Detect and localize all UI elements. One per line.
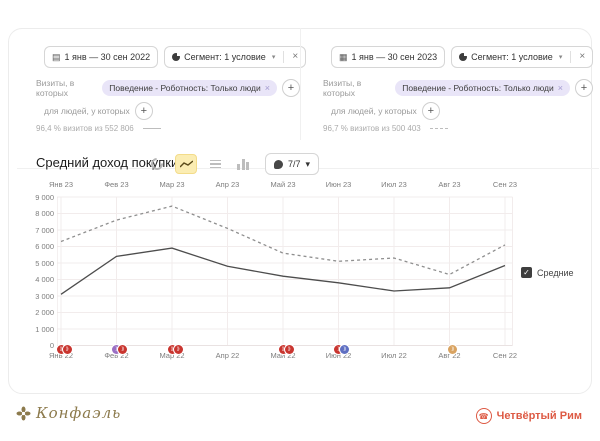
y-axis-tick: 1 000	[20, 325, 54, 334]
chevron-down-icon[interactable]: ▾	[272, 53, 276, 61]
annotation-marker-group: ))	[448, 345, 457, 354]
annotation-marker-group: ))))	[334, 345, 349, 354]
x-axis-top-tick: Июл 23	[372, 180, 416, 189]
add-visit-condition-button[interactable]: +	[575, 79, 593, 97]
legend-checkbox[interactable]: ✓	[521, 267, 532, 278]
annotation-marker[interactable]: ))	[174, 345, 183, 354]
x-axis-bottom-tick: Июл 22	[372, 351, 416, 360]
chart-toolbar: 7/7 ▾	[147, 153, 319, 175]
remove-condition-icon[interactable]: ×	[265, 84, 270, 93]
y-axis-tick: 8 000	[20, 209, 54, 218]
x-axis-top-tick: Фев 23	[95, 180, 139, 189]
annotation-marker[interactable]: ))	[340, 345, 349, 354]
x-axis-top-tick: Авг 23	[428, 180, 472, 189]
date-range-icon: ▤	[52, 53, 61, 62]
visits-condition-label: Визиты, в которых	[36, 78, 97, 98]
flower-emblem-icon	[16, 406, 31, 421]
y-axis-tick: 5 000	[20, 259, 54, 268]
stacked-lines-icon	[210, 160, 221, 169]
brand-logo-chetvertyi-rim: ☎ Четвёртый Рим	[476, 408, 582, 424]
bar-chart-icon	[237, 159, 249, 170]
x-axis-bottom-tick: Апр 22	[206, 351, 250, 360]
filter-panel-2023: ▦ 1 янв — 30 сен 2023 Сегмент: 1 условие…	[300, 28, 593, 140]
date-range-icon: ▦	[339, 53, 348, 62]
close-icon[interactable]: ×	[292, 52, 298, 62]
y-axis-tick: 2 000	[20, 308, 54, 317]
divider	[570, 51, 571, 63]
brand-logo-konfael: Конфаэль	[16, 404, 121, 422]
filter-panel-2022: ▤ 1 янв — 30 сен 2022 Сегмент: 1 условие…	[8, 28, 300, 140]
donut-icon	[149, 156, 166, 173]
segment-chip-2023[interactable]: Сегмент: 1 условие ▾ ×	[451, 46, 593, 68]
x-axis-top-tick: Сен 23	[483, 180, 527, 189]
x-axis-top-tick: Апр 23	[206, 180, 250, 189]
annotation-marker[interactable]: ))	[285, 345, 294, 354]
chevron-down-icon[interactable]: ▾	[559, 53, 563, 61]
annotation-marker-group: ))))	[57, 345, 72, 354]
y-axis-tick: 0	[20, 341, 54, 350]
visits-condition-label: Визиты, в которых	[323, 78, 390, 98]
series-style-sample-solid	[143, 128, 161, 129]
y-axis-tick: 3 000	[20, 292, 54, 301]
condition-pill-2022[interactable]: Поведение - Роботность: Только люди ×	[102, 80, 277, 96]
y-axis-tick: 4 000	[20, 275, 54, 284]
date-range-chip-2023[interactable]: ▦ 1 янв — 30 сен 2023	[331, 46, 445, 68]
segment-icon	[459, 53, 467, 61]
visits-stats-text: 96,7 % визитов из 500 403	[323, 124, 421, 133]
phone-icon: ☎	[476, 408, 492, 424]
x-axis-top-tick: Июн 23	[317, 180, 361, 189]
line-chart[interactable]	[57, 190, 513, 352]
x-axis-bottom-tick: Сен 22	[483, 351, 527, 360]
y-axis-tick: 7 000	[20, 226, 54, 235]
add-people-condition-button[interactable]: +	[135, 102, 153, 120]
date-range-label: 1 янв — 30 сен 2022	[65, 52, 151, 62]
filters-section: ▤ 1 янв — 30 сен 2022 Сегмент: 1 условие…	[8, 28, 592, 141]
legend-label: Средние	[537, 268, 574, 278]
segment-chip-2022[interactable]: Сегмент: 1 условие ▾ ×	[164, 46, 306, 68]
condition-pill-2023[interactable]: Поведение - Роботность: Только люди ×	[395, 80, 570, 96]
people-condition-label: для людей, у которых	[44, 106, 130, 116]
brand-right-name: Четвёртый Рим	[497, 410, 582, 422]
divider	[283, 51, 284, 63]
annotation-marker[interactable]: ))	[118, 345, 127, 354]
area-view-button[interactable]	[205, 155, 225, 173]
x-axis-top-tick: Мар 23	[150, 180, 194, 189]
annotation-marker-group: ))))	[279, 345, 294, 354]
condition-pill-label: Поведение - Роботность: Только люди	[109, 83, 260, 93]
comment-icon	[274, 160, 283, 169]
y-axis-tick: 6 000	[20, 242, 54, 251]
close-icon[interactable]: ×	[579, 52, 585, 62]
date-range-chip-2022[interactable]: ▤ 1 янв — 30 сен 2022	[44, 46, 158, 68]
chevron-down-icon[interactable]: ▾	[306, 159, 311, 170]
annotation-marker-group: ))))	[112, 345, 127, 354]
segment-label: Сегмент: 1 условие	[184, 52, 266, 62]
add-people-condition-button[interactable]: +	[422, 102, 440, 120]
annotation-marker[interactable]: ))	[63, 345, 72, 354]
remove-condition-icon[interactable]: ×	[558, 84, 563, 93]
annotation-marker[interactable]: ))	[448, 345, 457, 354]
segment-icon	[172, 53, 180, 61]
visits-stats-text: 96,4 % визитов из 552 806	[36, 124, 134, 133]
segment-label: Сегмент: 1 условие	[471, 52, 553, 62]
legend: ✓ Средние	[521, 267, 574, 278]
date-range-label: 1 янв — 30 сен 2023	[352, 52, 438, 62]
annotations-dropdown[interactable]: 7/7 ▾	[265, 153, 319, 175]
brand-left-name: Конфаэль	[36, 404, 121, 422]
line-view-button[interactable]	[175, 154, 197, 174]
line-chart-icon	[180, 160, 193, 169]
series-style-sample-dashed	[430, 128, 448, 129]
pie-view-button[interactable]	[147, 155, 167, 173]
x-axis-top-tick: Янв 23	[39, 180, 83, 189]
people-condition-label: для людей, у которых	[331, 106, 417, 116]
annotation-marker-group: ))))	[168, 345, 183, 354]
annotations-count: 7/7	[288, 159, 301, 169]
add-visit-condition-button[interactable]: +	[282, 79, 300, 97]
column-view-button[interactable]	[233, 155, 253, 173]
y-axis-tick: 9 000	[20, 193, 54, 202]
x-axis-top-tick: Май 23	[261, 180, 305, 189]
condition-pill-label: Поведение - Роботность: Только люди	[402, 83, 553, 93]
